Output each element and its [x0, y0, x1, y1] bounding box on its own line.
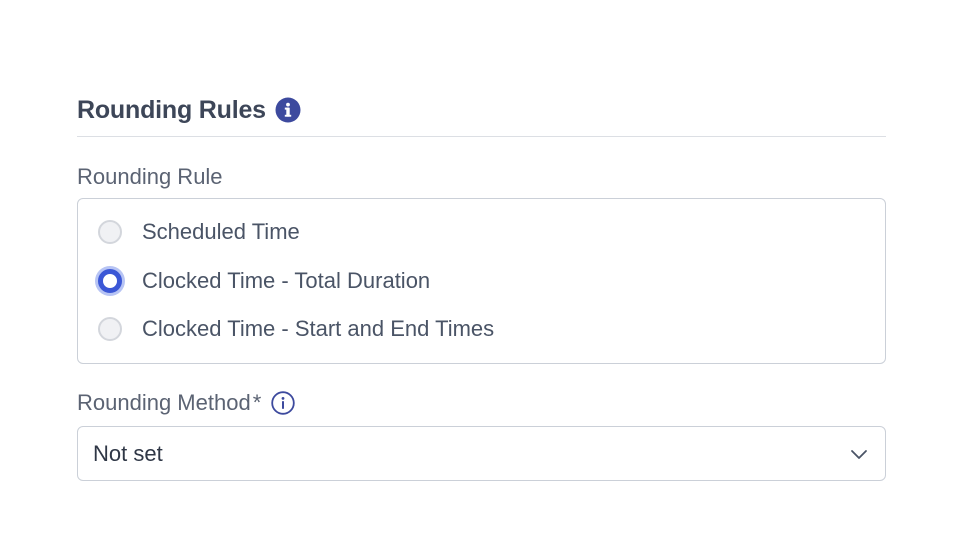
- info-icon[interactable]: [275, 97, 301, 123]
- radio-button-selected[interactable]: [98, 268, 122, 293]
- radio-button[interactable]: [98, 317, 122, 341]
- rounding-method-label: Rounding Method *: [77, 390, 886, 416]
- radio-label: Scheduled Time: [142, 219, 300, 244]
- section-title: Rounding Rules: [77, 95, 266, 124]
- radio-label: Clocked Time - Total Duration: [142, 267, 431, 293]
- radio-label: Clocked Time - Start and End Times: [142, 316, 495, 341]
- radio-button[interactable]: [98, 220, 122, 244]
- chevron-down-icon: [849, 444, 869, 464]
- rounding-method-select[interactable]: Not set: [77, 426, 886, 481]
- radio-option-scheduled-time[interactable]: Scheduled Time: [98, 217, 885, 247]
- rounding-rule-label: Rounding Rule: [77, 164, 223, 189]
- rounding-rule-radio-group: Scheduled Time Clocked Time - Total Dura…: [77, 198, 886, 364]
- section-header: Rounding Rules: [77, 90, 886, 137]
- radio-option-clocked-total-duration[interactable]: Clocked Time - Total Duration: [98, 266, 885, 296]
- required-asterisk: *: [252, 390, 262, 415]
- info-outline-icon[interactable]: [270, 390, 296, 416]
- select-value: Not set: [93, 440, 163, 466]
- rounding-rules-section: Rounding Rules Rounding Rule Scheduled T…: [77, 90, 886, 481]
- radio-option-clocked-start-end[interactable]: Clocked Time - Start and End Times: [98, 314, 885, 344]
- rounding-method-label-text: Rounding Method: [77, 390, 251, 415]
